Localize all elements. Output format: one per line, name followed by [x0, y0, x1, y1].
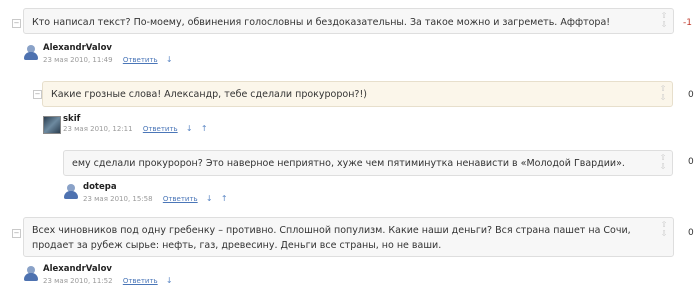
down-arrow-icon[interactable]: ↓	[186, 124, 193, 133]
vote-up-icon[interactable]: ⇧	[659, 11, 669, 20]
comment-date: 23 мая 2010, 11:49	[43, 56, 113, 64]
comment-score: 0	[688, 157, 694, 167]
comment-bubble: ему сделали прокуророн? Это наверное неп…	[63, 150, 673, 176]
up-arrow-icon[interactable]: ↑	[221, 194, 228, 203]
collapse-toggle-icon[interactable]: −	[12, 19, 21, 28]
comment-bubble: Всех чиновников под одну гребенку – прот…	[23, 217, 674, 257]
user-avatar	[43, 116, 61, 134]
comment-score: -1	[683, 18, 692, 28]
vote-controls: ⇧ ⇩	[659, 11, 669, 29]
down-arrow-icon[interactable]: ↓	[206, 194, 213, 203]
comment-text: Какие грозные слова! Александр, тебе сде…	[51, 89, 367, 100]
vote-controls: ⇧ ⇩	[659, 220, 669, 238]
comment-meta: 23 мая 2010, 11:52 Ответить ↓	[43, 276, 173, 285]
comment-bubble: Какие грозные слова! Александр, тебе сде…	[42, 81, 673, 107]
vote-controls: ⇧ ⇩	[658, 84, 668, 102]
comment-date: 23 мая 2010, 12:11	[63, 125, 133, 133]
comment-date: 23 мая 2010, 15:58	[83, 195, 153, 203]
user-avatar-icon	[23, 45, 39, 61]
user-avatar-icon	[23, 266, 39, 282]
reply-link[interactable]: Ответить	[123, 56, 158, 64]
comment-meta: 23 мая 2010, 11:49 Ответить ↓	[43, 55, 173, 64]
vote-down-icon[interactable]: ⇩	[659, 20, 669, 29]
comment-author[interactable]: AlexandrValov	[43, 43, 112, 53]
vote-down-icon[interactable]: ⇩	[659, 229, 669, 238]
vote-down-icon[interactable]: ⇩	[658, 93, 668, 102]
collapse-toggle-icon[interactable]: −	[33, 90, 42, 99]
reply-link[interactable]: Ответить	[143, 125, 178, 133]
up-arrow-icon[interactable]: ↑	[201, 124, 208, 133]
comment-text: Всех чиновников под одну гребенку – прот…	[32, 225, 631, 251]
user-avatar-icon	[63, 184, 79, 200]
comment-score: 0	[688, 228, 694, 238]
collapse-toggle-icon[interactable]: −	[12, 229, 21, 238]
comment-score: 0	[688, 90, 694, 100]
comment-text: ему сделали прокуророн? Это наверное неп…	[72, 158, 625, 169]
comment-author[interactable]: dotepa	[83, 182, 117, 192]
down-arrow-icon[interactable]: ↓	[166, 276, 173, 285]
vote-up-icon[interactable]: ⇧	[658, 84, 668, 93]
vote-up-icon[interactable]: ⇧	[658, 153, 668, 162]
comment-date: 23 мая 2010, 11:52	[43, 277, 113, 285]
comment-meta: 23 мая 2010, 12:11 Ответить ↓ ↑	[63, 124, 208, 133]
comment-author[interactable]: skif	[63, 114, 80, 124]
reply-link[interactable]: Ответить	[163, 195, 198, 203]
vote-up-icon[interactable]: ⇧	[659, 220, 669, 229]
down-arrow-icon[interactable]: ↓	[166, 55, 173, 64]
comment-author[interactable]: AlexandrValov	[43, 264, 112, 274]
reply-link[interactable]: Ответить	[123, 277, 158, 285]
comment-text: Кто написал текст? По-моему, обвинения г…	[32, 17, 611, 28]
vote-controls: ⇧ ⇩	[658, 153, 668, 171]
vote-down-icon[interactable]: ⇩	[658, 162, 668, 171]
comment-meta: 23 мая 2010, 15:58 Ответить ↓ ↑	[83, 194, 228, 203]
comment-bubble: Кто написал текст? По-моему, обвинения г…	[23, 8, 674, 34]
